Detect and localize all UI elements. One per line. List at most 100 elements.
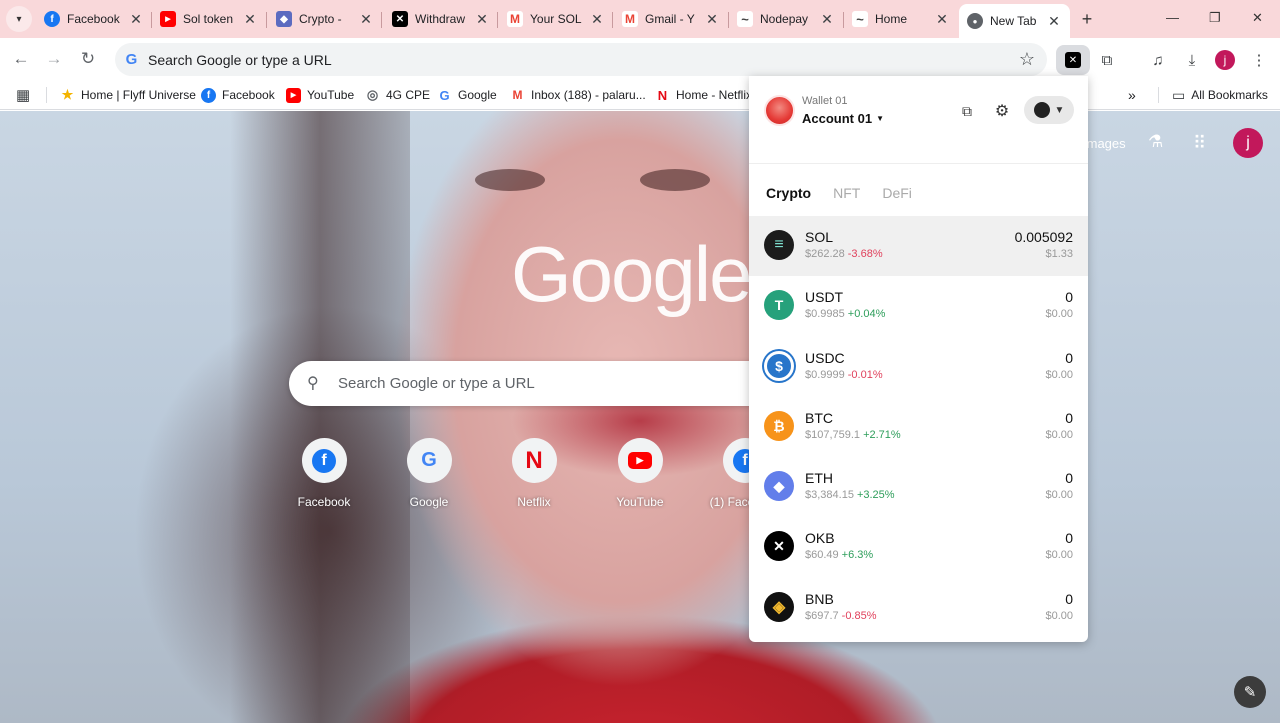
close-icon[interactable]: ✕ <box>242 11 258 27</box>
arrow-left-icon: ← <box>12 49 30 68</box>
token-row[interactable]: ◆ ETH $3,384.15 +3.25% 0 $0.00 <box>749 457 1088 517</box>
shortcut-tile[interactable]: G Google <box>384 438 474 509</box>
solana-icon: ≡ <box>764 230 794 260</box>
tab[interactable]: ◆ Crypto - ✕ <box>276 5 374 33</box>
google-apps-icon[interactable]: ⠿ <box>1193 133 1206 154</box>
bookmark-label: Facebook <box>222 88 275 102</box>
account-selector[interactable]: Account 01 ▼ <box>802 111 884 126</box>
shortcut-tile[interactable]: N Netflix <box>489 438 579 509</box>
tab-title: Home <box>875 12 908 26</box>
wallet-header: Wallet 01 Account 01 ▼ ⧉ ⚙ ▼ <box>749 76 1088 164</box>
forward-button[interactable]: → <box>43 48 65 70</box>
restore-button[interactable]: ❐ <box>1209 10 1221 26</box>
token-price-value: $3,384.15 <box>805 489 854 502</box>
token-symbol: BTC <box>805 409 833 426</box>
tab-crypto[interactable]: Crypto <box>766 185 811 201</box>
tab[interactable]: ▶ Sol token ✕ <box>160 5 258 33</box>
tab[interactable]: ✕ Withdraw ✕ <box>392 5 490 33</box>
close-icon[interactable]: ✕ <box>474 11 490 27</box>
okx-wallet-extension-button[interactable]: ✕ <box>1056 45 1090 75</box>
downloads-button[interactable]: ⤓ <box>1179 47 1205 73</box>
shortcut-label: YouTube <box>616 495 664 509</box>
minimize-button[interactable]: — <box>1166 10 1179 25</box>
profile-button[interactable]: j <box>1212 47 1238 73</box>
netflix-icon: N <box>655 87 670 103</box>
bookmark-item[interactable]: N Home - Netflix <box>655 86 752 104</box>
shortcut-tile[interactable]: ▶ YouTube <box>595 438 685 509</box>
token-symbol: USDC <box>805 349 845 366</box>
wallet-avatar[interactable] <box>764 95 795 126</box>
tab[interactable]: ~ Nodepay ✕ <box>737 5 835 33</box>
token-price: $3,384.15 +3.25% <box>805 489 895 501</box>
avatar[interactable]: j <box>1233 128 1263 158</box>
more-bookmarks-button[interactable]: » <box>1128 86 1136 104</box>
tab-search-button[interactable]: ▾ <box>6 6 32 32</box>
labs-icon[interactable]: ⚗ <box>1148 132 1163 152</box>
close-icon[interactable]: ✕ <box>819 11 835 27</box>
chrome-menu-button[interactable]: ⋮ <box>1246 47 1272 73</box>
extensions-button[interactable]: ⧉ <box>1094 47 1120 73</box>
bookmark-item[interactable]: G Google <box>437 86 497 104</box>
token-value: $0.00 <box>1045 549 1073 562</box>
customize-button[interactable]: ✎ <box>1234 676 1266 708</box>
bookmark-label: Google <box>458 88 497 102</box>
shield-icon: ◆ <box>276 11 292 27</box>
close-icon[interactable]: ✕ <box>589 11 605 27</box>
bookmark-item[interactable]: ★ Home | Flyff Universe <box>60 86 196 104</box>
tab-nft[interactable]: NFT <box>833 185 860 201</box>
minimize-icon: — <box>1166 10 1179 25</box>
address-bar[interactable]: G Search Google or type a URL ☆ <box>115 43 1047 76</box>
token-row[interactable]: ✕ OKB $60.49 +6.3% 0 $0.00 <box>749 517 1088 577</box>
token-list: ≡ SOL $262.28 -3.68% 0.005092 $1.33 T USD… <box>749 216 1088 638</box>
bookmark-star-icon[interactable]: ☆ <box>1019 49 1035 70</box>
tab[interactable]: M Your SOL ✕ <box>507 5 605 33</box>
token-balance: 0 <box>1065 349 1073 366</box>
close-icon[interactable]: ✕ <box>358 11 374 27</box>
close-icon[interactable]: ✕ <box>704 11 720 27</box>
wallet-name: Wallet 01 <box>802 95 848 107</box>
token-row[interactable]: T USDT $0.9985 +0.04% 0 $0.00 <box>749 276 1088 336</box>
tab-active[interactable]: ● New Tab ✕ <box>959 4 1070 38</box>
close-window-button[interactable]: ✕ <box>1252 10 1263 26</box>
tab[interactable]: ~ Home ✕ <box>852 5 950 33</box>
netflix-icon: N <box>511 438 557 483</box>
images-link[interactable]: Images <box>1083 136 1126 151</box>
settings-button[interactable]: ⚙ <box>991 100 1013 122</box>
new-tab-button[interactable]: + <box>1076 8 1098 30</box>
media-controls-button[interactable]: ♫ <box>1145 47 1171 73</box>
copy-address-button[interactable]: ⧉ <box>956 100 978 122</box>
token-row[interactable]: ≡ SOL $262.28 -3.68% 0.005092 $1.33 <box>749 216 1088 277</box>
close-icon[interactable]: ✕ <box>934 11 950 27</box>
token-change: -0.85% <box>841 609 877 622</box>
tab[interactable]: f Facebook ✕ <box>44 5 144 33</box>
token-change: +6.3% <box>841 549 874 562</box>
all-bookmarks-button[interactable]: ▭ All Bookmarks <box>1172 86 1268 104</box>
shortcut-tile[interactable]: f Facebook <box>279 438 369 509</box>
bookmark-item[interactable]: ◎ 4G CPE <box>365 86 430 104</box>
divider <box>46 87 47 103</box>
okx-icon: ✕ <box>1065 52 1081 68</box>
bookmark-label: 4G CPE <box>386 88 431 102</box>
back-button[interactable]: ← <box>10 48 32 70</box>
token-row[interactable]: $ USDC $0.9999 -0.01% 0 $0.00 <box>749 337 1088 397</box>
close-icon[interactable]: ✕ <box>128 11 144 27</box>
bookmark-item[interactable]: f Facebook <box>201 86 275 104</box>
tab-title: Nodepay <box>760 12 809 26</box>
token-row[interactable]: ₿ BTC $107,759.1 +2.71% 0 $0.00 <box>749 397 1088 457</box>
token-price-value: $0.9985 <box>805 308 845 321</box>
bookmark-item[interactable]: M Inbox (188) - palaru... <box>510 86 646 104</box>
background-image <box>640 169 710 191</box>
reload-button[interactable]: ↻ <box>77 48 99 70</box>
close-icon[interactable]: ✕ <box>1046 13 1062 29</box>
apps-button[interactable]: ▦ <box>16 86 30 104</box>
token-value: $0.00 <box>1045 368 1073 381</box>
google-icon: G <box>406 438 452 483</box>
tab-defi[interactable]: DeFi <box>882 185 912 201</box>
router-icon: ◎ <box>365 87 380 103</box>
token-balance: 0 <box>1065 530 1073 547</box>
token-row[interactable]: ◈ BNB $697.7 -0.85% 0 $0.00 <box>749 578 1088 638</box>
network-selector[interactable]: ▼ <box>1024 96 1074 124</box>
tab[interactable]: M Gmail - Y ✕ <box>622 5 720 33</box>
bookmark-item[interactable]: ▶ YouTube <box>286 86 354 104</box>
account-name: Account 01 <box>802 111 873 126</box>
